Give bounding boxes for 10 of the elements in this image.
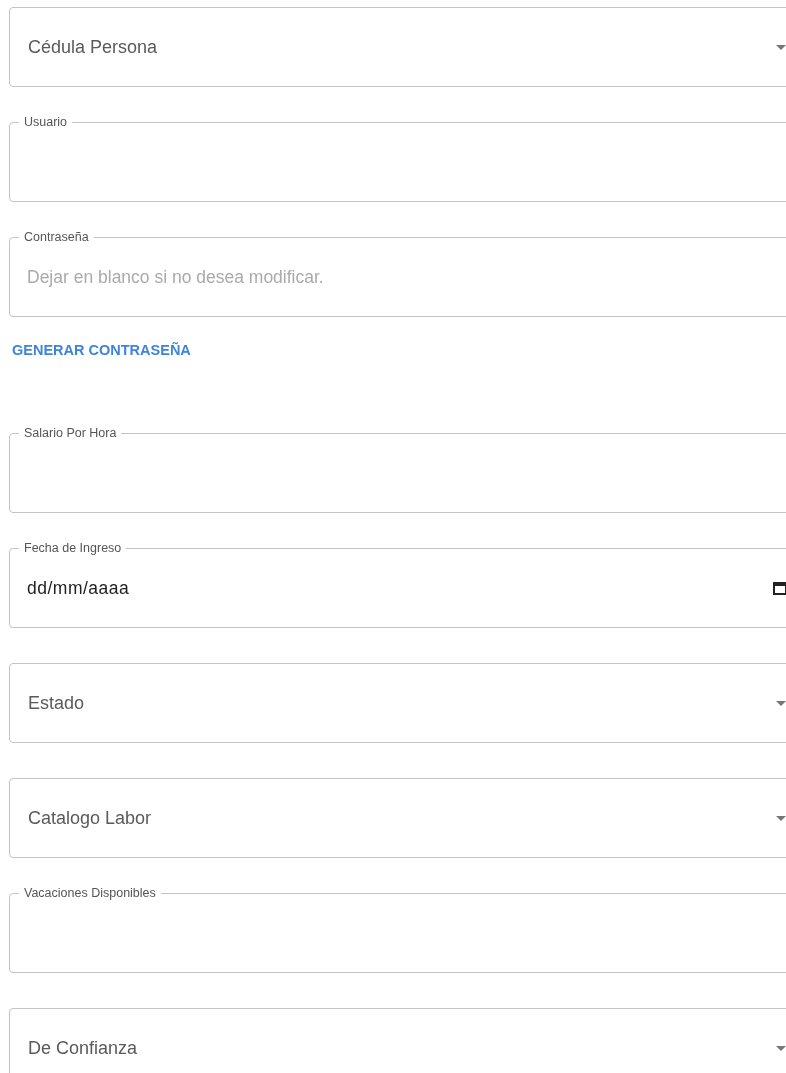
- generate-password-button[interactable]: GENERAR CONTRASEÑA: [4, 332, 199, 368]
- caret-icon: [776, 815, 786, 821]
- dropdown-field[interactable]: Estado: [9, 663, 786, 743]
- caret-icon: [776, 1045, 786, 1051]
- caret-icon: [776, 700, 786, 706]
- calendar-icon[interactable]: [773, 581, 786, 595]
- caret-icon: [776, 44, 786, 50]
- dropdown-field[interactable]: Cédula Persona: [9, 7, 786, 87]
- dropdown-field[interactable]: De Confianza: [9, 1008, 786, 1073]
- dropdown-field[interactable]: Catalogo Labor: [9, 778, 786, 858]
